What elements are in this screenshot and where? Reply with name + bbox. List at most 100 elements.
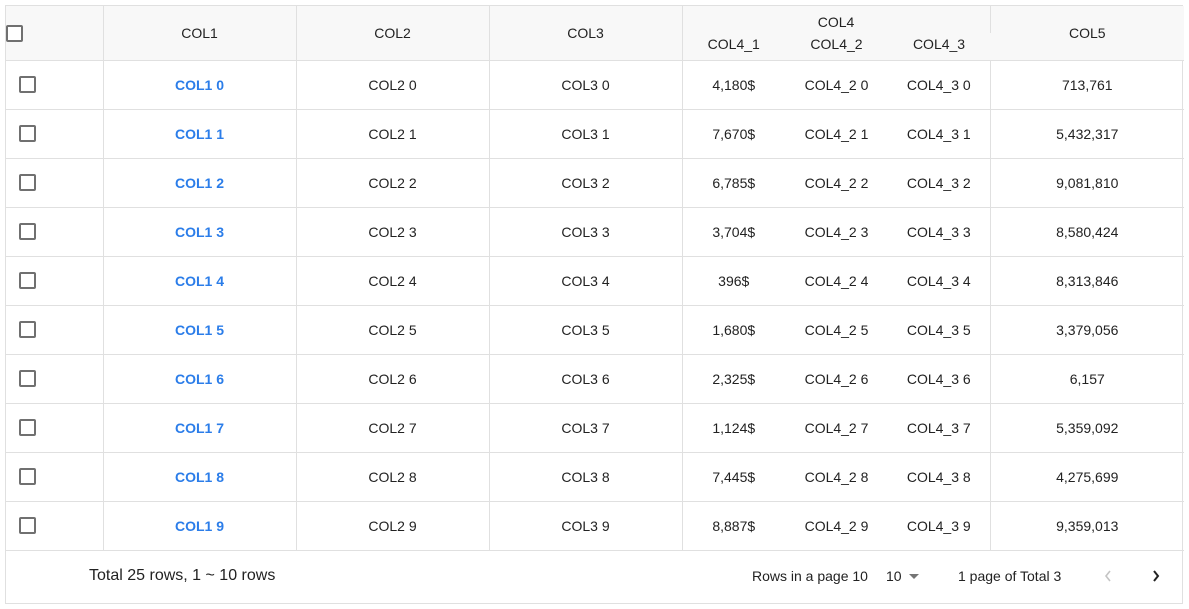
- row-checkbox[interactable]: [19, 174, 36, 192]
- cell-col2: COL2 5: [296, 305, 490, 355]
- header-col2[interactable]: COL2: [296, 6, 490, 61]
- col1-link[interactable]: COL1 1: [175, 126, 224, 142]
- table-row[interactable]: COL1 3 COL2 3 COL3 3 3,704$ COL4_2 3 COL4_3 3…: [6, 207, 1185, 257]
- cell-col4-3: COL4_3 1: [888, 109, 991, 159]
- cell-col2: COL2 1: [296, 109, 490, 159]
- cell-col3: COL3 3: [489, 207, 683, 257]
- header-col5[interactable]: COL5: [990, 6, 1185, 61]
- select-all-checkbox[interactable]: [6, 24, 23, 42]
- col1-link[interactable]: COL1 0: [175, 77, 224, 93]
- header-col4-group: COL4: [682, 6, 991, 33]
- row-select-cell: [6, 60, 104, 110]
- header-col3[interactable]: COL3: [489, 6, 683, 61]
- cell-col2: COL2 4: [296, 256, 490, 306]
- prev-page-button[interactable]: [1094, 562, 1122, 590]
- cell-col4-2: COL4_2 6: [785, 354, 888, 404]
- cell-col4-2: COL4_2 7: [785, 403, 888, 453]
- data-grid: COL1 COL2 COL3 COL4 COL5 COL4_1 COL4_2 C…: [5, 5, 1185, 604]
- cell-col3: COL3 7: [489, 403, 683, 453]
- grid-header: COL1 COL2 COL3 COL4 COL5 COL4_1 COL4_2 C…: [6, 6, 1185, 61]
- cell-col5: 4,275,699: [990, 452, 1185, 502]
- cell-col2: COL2 8: [296, 452, 490, 502]
- cell-col4-3: COL4_3 0: [888, 60, 991, 110]
- cell-col4-3: COL4_3 2: [888, 158, 991, 208]
- cell-col1: COL1 8: [103, 452, 297, 502]
- cell-col3: COL3 5: [489, 305, 683, 355]
- row-select-cell: [6, 403, 104, 453]
- row-checkbox[interactable]: [19, 321, 36, 339]
- row-select-cell: [6, 158, 104, 208]
- row-checkbox[interactable]: [19, 223, 36, 241]
- cell-col1: COL1 9: [103, 501, 297, 551]
- row-checkbox[interactable]: [19, 272, 36, 290]
- cell-col4-1: 7,670$: [682, 109, 785, 159]
- cell-col5: 3,379,056: [990, 305, 1185, 355]
- cell-col5: 5,359,092: [990, 403, 1185, 453]
- cell-col3: COL3 4: [489, 256, 683, 306]
- table-row[interactable]: COL1 0 COL2 0 COL3 0 4,180$ COL4_2 0 COL4_3 0…: [6, 60, 1185, 110]
- next-page-button[interactable]: [1142, 562, 1170, 590]
- cell-col3: COL3 2: [489, 158, 683, 208]
- row-select-cell: [6, 109, 104, 159]
- cell-col1: COL1 3: [103, 207, 297, 257]
- header-col1[interactable]: COL1: [103, 6, 297, 61]
- cell-col1: COL1 7: [103, 403, 297, 453]
- col1-link[interactable]: COL1 8: [175, 469, 224, 485]
- col1-link[interactable]: COL1 3: [175, 224, 224, 240]
- cell-col4-3: COL4_3 9: [888, 501, 991, 551]
- rows-per-page-value: 10: [886, 568, 902, 584]
- row-checkbox[interactable]: [19, 125, 36, 143]
- cell-col4-3: COL4_3 3: [888, 207, 991, 257]
- cell-col5: 8,580,424: [990, 207, 1185, 257]
- col1-link[interactable]: COL1 4: [175, 273, 224, 289]
- row-checkbox[interactable]: [19, 419, 36, 437]
- table-row[interactable]: COL1 2 COL2 2 COL3 2 6,785$ COL4_2 2 COL4_3 2…: [6, 158, 1185, 208]
- cell-col3: COL3 6: [489, 354, 683, 404]
- grid-body: COL1 0 COL2 0 COL3 0 4,180$ COL4_2 0 COL4_3 0…: [6, 60, 1185, 551]
- cell-col4-3: COL4_3 4: [888, 256, 991, 306]
- col1-link[interactable]: COL1 9: [175, 518, 224, 534]
- cell-col4-2: COL4_2 8: [785, 452, 888, 502]
- cell-col5: 9,359,013: [990, 501, 1185, 551]
- cell-col4-1: 8,887$: [682, 501, 785, 551]
- table-row[interactable]: COL1 5 COL2 5 COL3 5 1,680$ COL4_2 5 COL4_3 5…: [6, 305, 1185, 355]
- row-select-cell: [6, 354, 104, 404]
- cell-col4-3: COL4_3 5: [888, 305, 991, 355]
- row-checkbox[interactable]: [19, 76, 36, 94]
- cell-col4-1: 1,680$: [682, 305, 785, 355]
- col1-link[interactable]: COL1 6: [175, 371, 224, 387]
- header-col4-2[interactable]: COL4_2: [785, 33, 888, 61]
- table-row[interactable]: COL1 9 COL2 9 COL3 9 8,887$ COL4_2 9 COL4_3 9…: [6, 501, 1185, 551]
- rows-per-page-select[interactable]: 10: [886, 568, 919, 584]
- col1-link[interactable]: COL1 5: [175, 322, 224, 338]
- chevron-right-icon: [1153, 570, 1160, 582]
- header-col4-3[interactable]: COL4_3: [888, 33, 991, 61]
- row-checkbox[interactable]: [19, 468, 36, 486]
- row-select-cell: [6, 452, 104, 502]
- row-checkbox[interactable]: [19, 517, 36, 535]
- header-col4-1[interactable]: COL4_1: [682, 33, 785, 61]
- table-row[interactable]: COL1 7 COL2 7 COL3 7 1,124$ COL4_2 7 COL4_3 7…: [6, 403, 1185, 453]
- row-select-cell: [6, 501, 104, 551]
- row-select-cell: [6, 305, 104, 355]
- cell-col2: COL2 9: [296, 501, 490, 551]
- cell-col4-2: COL4_2 5: [785, 305, 888, 355]
- col1-link[interactable]: COL1 7: [175, 420, 224, 436]
- cell-col5: 9,081,810: [990, 158, 1185, 208]
- cell-col4-1: 6,785$: [682, 158, 785, 208]
- table-row[interactable]: COL1 4 COL2 4 COL3 4 396$ COL4_2 4 COL4_3 4 8,…: [6, 256, 1185, 306]
- table-row[interactable]: COL1 1 COL2 1 COL3 1 7,670$ COL4_2 1 COL4_3 1…: [6, 109, 1185, 159]
- row-checkbox[interactable]: [19, 370, 36, 388]
- table-row[interactable]: COL1 8 COL2 8 COL3 8 7,445$ COL4_2 8 COL4_3 8…: [6, 452, 1185, 502]
- cell-col5: 6,157: [990, 354, 1185, 404]
- cell-col4-2: COL4_2 9: [785, 501, 888, 551]
- select-all-header: [6, 6, 104, 61]
- cell-col1: COL1 6: [103, 354, 297, 404]
- row-select-cell: [6, 256, 104, 306]
- table-row[interactable]: COL1 6 COL2 6 COL3 6 2,325$ COL4_2 6 COL4_3 6…: [6, 354, 1185, 404]
- caret-down-icon: [908, 573, 919, 579]
- row-select-cell: [6, 207, 104, 257]
- col1-link[interactable]: COL1 2: [175, 175, 224, 191]
- cell-col4-1: 396$: [682, 256, 785, 306]
- cell-col4-1: 7,445$: [682, 452, 785, 502]
